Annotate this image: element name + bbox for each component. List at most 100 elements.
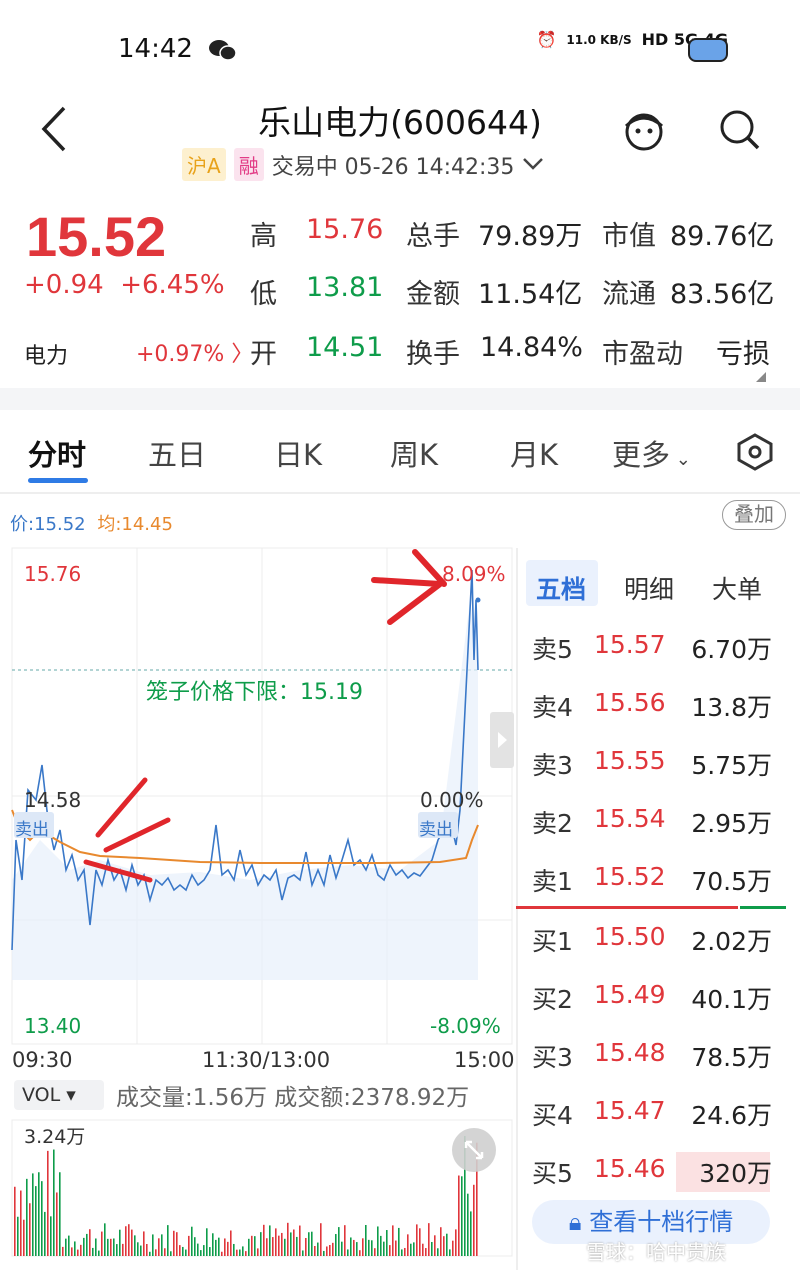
volume-bar [29,1203,31,1256]
ask-level-label: 卖1 [532,867,573,896]
volume-bar [245,1251,247,1256]
bid-row[interactable]: 买1 15.50 2.02万 [532,922,772,958]
volume-max-label: 3.24万 [24,1126,86,1148]
volume-bar [467,1193,469,1256]
bid-volume: 24.6万 [691,1101,772,1130]
x-label-close: 15:00 [454,1048,515,1072]
sector-name[interactable]: 电力 [24,338,68,370]
volume-bar [146,1243,148,1256]
ask-volume: 5.75万 [691,751,772,780]
bid-level-label: 买1 [532,927,573,956]
volume-bar [356,1242,358,1256]
volume-bar [167,1225,169,1256]
settings-hexagon-icon[interactable] [736,432,774,479]
volume-bar [188,1235,190,1256]
volume-bar [332,1242,334,1256]
volume-bar [311,1231,313,1256]
stack-button[interactable]: 叠加 [722,500,786,530]
tab-large-orders[interactable]: 大单 [712,570,762,606]
volume-bar [233,1243,235,1256]
tab-weekly-k[interactable]: 周K [390,432,438,474]
volume-bar [227,1241,229,1256]
ask-price: 15.57 [594,630,666,659]
tab-trade-detail[interactable]: 明细 [624,570,674,606]
volume-bar [230,1230,232,1256]
volume-bar [143,1231,145,1256]
search-icon[interactable] [718,108,762,156]
volume-bar [266,1238,268,1256]
chevron-down-icon: ⌄ [670,449,691,470]
y-top-pct: 8.09% [442,562,506,586]
volume-bar [290,1232,292,1256]
tab-five-levels[interactable]: 五档 [536,570,586,606]
margin-badge: 融 [233,148,264,181]
ask-row[interactable]: 卖1 15.52 70.5万 [532,862,772,898]
intraday-chart[interactable] [0,540,516,1270]
volume-bar [422,1243,424,1256]
bid-row[interactable]: 买4 15.47 24.6万 [532,1096,772,1132]
volume-bar [95,1238,97,1256]
expand-corner-icon[interactable] [756,372,766,382]
volume-bar [179,1245,181,1256]
volume-value: 79.89万 [478,221,583,252]
ask-row[interactable]: 卖5 15.57 6.70万 [532,630,772,666]
tab-five-day[interactable]: 五日 [148,432,206,474]
volume-bar [212,1233,214,1256]
volume-bar [287,1222,289,1256]
volume-bar [323,1250,325,1256]
ask-row[interactable]: 卖3 15.55 5.75万 [532,746,772,782]
tab-daily-k[interactable]: 日K [274,432,322,474]
volume-bar [371,1240,373,1256]
pe-value: 亏损 [716,339,770,370]
volume-bar [23,1219,25,1256]
collapse-panel-icon[interactable] [490,712,514,768]
volume-bar [302,1250,304,1256]
tab-more[interactable]: 更多 ⌄ [612,432,691,474]
volume-bar [281,1232,283,1256]
sector-change[interactable]: +0.97% 〉 [136,336,253,368]
volume-bar [284,1238,286,1256]
volume-bar [314,1245,316,1256]
volume-bar [35,1186,37,1256]
bid-row[interactable]: 买3 15.48 78.5万 [532,1038,772,1074]
indicator-select[interactable]: VOL ▾ [14,1080,104,1110]
bid-price: 15.48 [594,1038,666,1067]
chart-legend: 价:15.52 均:14.45 [10,510,173,536]
bid-volume: 40.1万 [691,985,772,1014]
x-label-open: 09:30 [12,1048,73,1072]
assistant-icon[interactable] [620,108,668,156]
price-change: +0.94 +6.45% [24,270,225,300]
tab-intraday[interactable]: 分时 [28,432,86,474]
volume-bar [452,1240,454,1256]
volume-bar [149,1251,151,1256]
tab-monthly-k[interactable]: 月K [510,432,558,474]
volume-bar [305,1237,307,1256]
volume-bar [152,1234,154,1256]
volume-bar [32,1173,34,1256]
ask-volume: 2.95万 [691,809,772,838]
volume-bar [275,1228,277,1256]
volume-bar [374,1248,376,1256]
ask-row[interactable]: 卖4 15.56 13.8万 [532,688,772,724]
volume-bar [368,1239,370,1256]
volume-bar [407,1234,409,1256]
volume-bar [38,1172,40,1256]
sub-header: 沪A 融 交易中 05-26 14:42:35 [182,148,544,181]
volume-bar [20,1190,22,1256]
bid-row[interactable]: 买2 15.49 40.1万 [532,980,772,1016]
volume-bar [86,1233,88,1256]
legend-price: 价:15.52 [10,514,86,535]
page-title: 乐山电力(600644) [258,103,542,142]
trade-status[interactable]: 交易中 05-26 14:42:35 [272,149,515,181]
volume-bar [449,1249,451,1256]
volume-bar [128,1224,130,1256]
y-bottom-price: 13.40 [24,1014,82,1038]
volume-bar [455,1229,457,1256]
ask-row[interactable]: 卖2 15.54 2.95万 [532,804,772,840]
volume-bar [347,1249,349,1256]
chevron-down-icon[interactable] [522,152,544,177]
bid-row[interactable]: 买5 15.46 320万 [532,1154,772,1190]
ask-volume: 70.5万 [691,867,772,896]
volume-bar [80,1244,82,1256]
volume-bar [416,1224,418,1256]
